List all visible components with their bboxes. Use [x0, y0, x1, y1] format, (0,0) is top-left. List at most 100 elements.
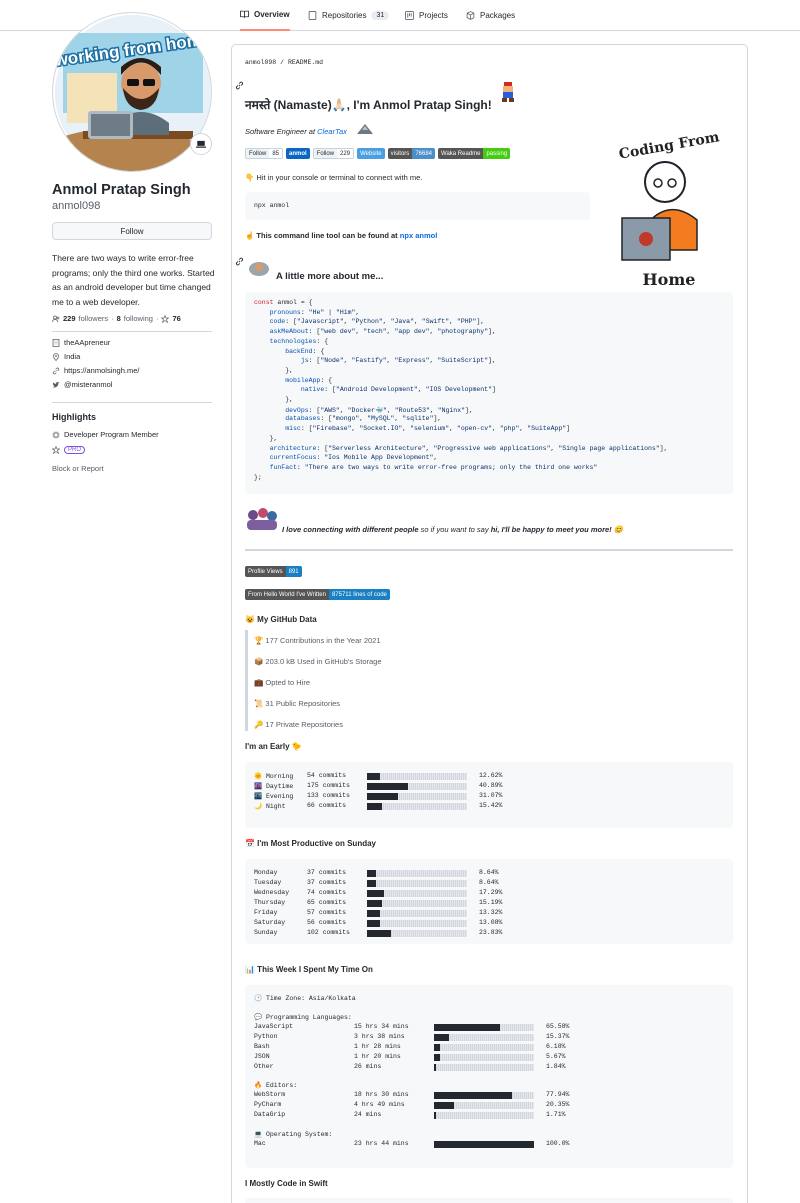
star-outline-icon	[52, 446, 60, 454]
tab-packages[interactable]: Packages	[466, 0, 515, 31]
highlight-developer-program[interactable]: Developer Program Member	[52, 430, 159, 439]
stat-progress-bar	[367, 900, 467, 907]
avatar-caption-art: working from home	[53, 28, 212, 71]
followers-count[interactable]: 229	[63, 314, 76, 323]
profile-views-label: Profile Views	[245, 566, 286, 577]
readme-path: anmol098 / README.md	[245, 59, 323, 66]
stat-row-percent: 6.18%	[546, 1043, 566, 1050]
twitter-badge-count: 85	[269, 149, 283, 158]
stat-row-name: DataGrip	[254, 1111, 286, 1118]
code-line: architecture: ["Serverless Architecture"…	[269, 444, 668, 452]
repo-icon	[308, 11, 317, 20]
twitter-follow-badge[interactable]: Follow 85	[245, 148, 284, 159]
stat-row-percent: 23.83%	[479, 929, 503, 936]
stat-row-amount: 23 hrs 44 mins	[354, 1140, 409, 1147]
linkedin-badge[interactable]: anmol	[286, 148, 310, 159]
tab-projects[interactable]: Projects	[405, 0, 448, 31]
github-data-title: 😺 My GitHub Data	[245, 615, 317, 624]
code-line: askMeAbout: ["web dev", "tech", "app dev…	[269, 328, 496, 336]
early-stats-block: 🌞 Morning 54 commits 12.62% 🌆 Daytime 175 co…	[245, 762, 733, 828]
loc-label: From Hello World I've Written	[245, 589, 329, 600]
waka-readme-badge[interactable]: Waka Readme passing	[438, 148, 511, 159]
stat-progress-fill	[434, 1092, 512, 1099]
stars-count[interactable]: 76	[172, 314, 180, 323]
link-icon	[52, 367, 60, 374]
stat-row-amount: 3 hrs 38 mins	[354, 1033, 405, 1040]
stat-progress-fill	[367, 783, 408, 790]
stat-row-percent: 8.64%	[479, 879, 499, 886]
anchor-link-icon[interactable]	[235, 81, 244, 90]
code-line: devOps: ["AWS", "Docker🐳", "Route53", "N…	[285, 406, 473, 414]
tab-repositories-label: Repositories	[322, 11, 367, 20]
code-line: mobileApp: {	[285, 376, 333, 384]
code-line: currentFocus: "Ios Mobile App Developmen…	[269, 454, 438, 462]
profile-views-badge: Profile Views 891	[245, 566, 302, 577]
company-text: theAApreneur	[64, 338, 111, 347]
stat-row-amount: 18 hrs 30 mins	[354, 1091, 409, 1098]
follow-button[interactable]: Follow	[52, 222, 212, 240]
vcard-website[interactable]: https://anmolsingh.me/	[52, 366, 139, 375]
stat-progress-bar	[434, 1092, 534, 1099]
github-follow-badge[interactable]: Follow 229	[312, 148, 355, 159]
highlight-program-label[interactable]: Developer Program Member	[64, 430, 159, 439]
connect-mid-text: so if you want to say	[420, 525, 489, 534]
visitors-badge-label: visitors	[387, 148, 413, 159]
visitors-badge-count: 76684	[412, 148, 435, 159]
stat-row-name: WebStorm	[254, 1091, 286, 1098]
stat-progress-bar	[367, 773, 467, 780]
readme-path-user[interactable]: anmol098	[245, 59, 276, 66]
vcard-twitter[interactable]: @misteranmol	[52, 380, 112, 389]
block-or-report-link[interactable]: Block or Report	[52, 464, 104, 473]
stat-row-percent: 20.35%	[546, 1101, 570, 1108]
tab-overview[interactable]: Overview	[240, 0, 290, 31]
website-link[interactable]: https://anmolsingh.me/	[64, 366, 139, 375]
stat-row-amount: 66 commits	[307, 802, 347, 809]
stat-row-name: Mac	[254, 1140, 266, 1147]
anchor-link-icon-2[interactable]	[235, 257, 244, 266]
early-title: I'm an Early 🐤	[245, 742, 302, 751]
twitter-handle[interactable]: @misteranmol	[64, 380, 112, 389]
stat-progress-fill	[367, 870, 376, 877]
stat-row-name: JavaScript	[254, 1023, 294, 1030]
productive-title: 📅 I'm Most Productive on Sunday	[245, 839, 376, 848]
profile-avatar[interactable]: working from home	[52, 12, 212, 172]
status-emoji-button[interactable]	[190, 133, 212, 155]
connect-text: I love connecting with different people …	[282, 525, 623, 534]
stat-progress-fill	[434, 1024, 500, 1031]
highlight-pro: PRO	[52, 446, 86, 454]
tab-repositories[interactable]: Repositories 31	[308, 0, 390, 31]
stat-row-name: Other	[254, 1063, 274, 1070]
stat-row-amount: 102 commits	[307, 929, 350, 936]
stat-progress-bar	[434, 1141, 534, 1148]
npx-command: npx anmol	[254, 202, 290, 209]
illustration-bottom-text: Home	[643, 270, 696, 289]
code-line: code: ["Javascript", "Python", "Java", "…	[269, 318, 485, 326]
readme-path-file[interactable]: README.md	[288, 59, 323, 66]
stat-row-amount: 15 hrs 34 mins	[354, 1023, 409, 1030]
website-badge[interactable]: Website	[357, 148, 385, 159]
stat-row-percent: 65.58%	[546, 1023, 570, 1030]
stat-row-percent: 5.67%	[546, 1053, 566, 1060]
stat-progress-bar	[367, 870, 467, 877]
code-line: };	[254, 473, 262, 481]
coding-from-home-illustration: Coding From Home	[618, 129, 721, 289]
stat-progress-bar	[367, 910, 467, 917]
stats-separator-2: ·	[155, 314, 159, 323]
role-company-link[interactable]: ClearTax	[317, 127, 347, 136]
code-line: pronouns: "He" | "Him",	[269, 308, 360, 316]
avatar-caption: working from home	[53, 29, 212, 70]
visitors-badge: visitors 76684	[387, 148, 435, 159]
connect-bold-text: I love connecting with different people	[282, 525, 419, 534]
following-label[interactable]: following	[124, 314, 153, 323]
followers-label[interactable]: followers	[79, 314, 109, 323]
following-count[interactable]: 8	[117, 314, 121, 323]
loc-count: 875711 lines of code	[328, 589, 390, 600]
npx-anmol-link[interactable]: npx anmol	[400, 231, 438, 240]
sidebar-divider	[52, 331, 212, 332]
code-line: },	[254, 366, 294, 374]
github-data-item: 💼 Opted to Hire	[254, 678, 311, 687]
stat-row-name: Bash	[254, 1043, 270, 1050]
stat-progress-bar	[434, 1064, 534, 1071]
stat-row-percent: 1.84%	[546, 1063, 566, 1070]
github-data-item: 🔑 17 Private Repositories	[254, 720, 343, 729]
